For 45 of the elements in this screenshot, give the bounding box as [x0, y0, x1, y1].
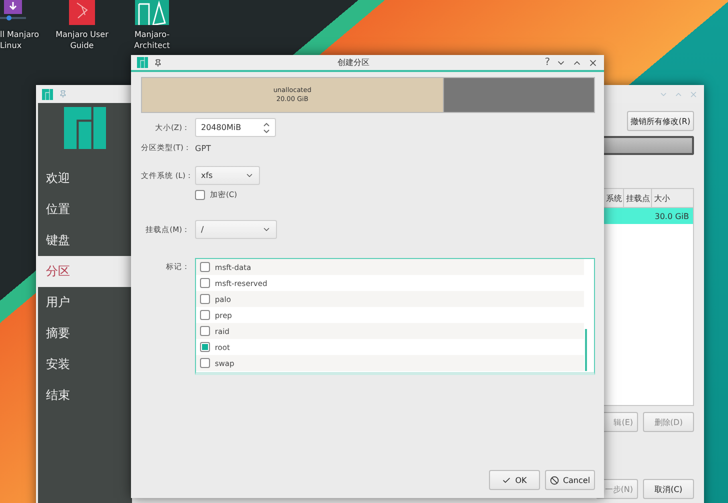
- ok-button[interactable]: OK: [489, 470, 540, 490]
- sidebar-item[interactable]: 摘要: [38, 318, 132, 349]
- sidebar-item[interactable]: 结束: [38, 380, 132, 411]
- pin-icon[interactable]: [154, 58, 162, 66]
- mount-point-dropdown[interactable]: /: [195, 220, 277, 239]
- chevron-down-icon: [262, 225, 271, 234]
- table-cell-text: 30.0 GiB: [654, 210, 690, 222]
- logo-icon: [42, 88, 53, 100]
- close-icon[interactable]: [588, 58, 598, 68]
- flag-checkbox[interactable]: [200, 342, 210, 352]
- column-header[interactable]: 挂载点: [623, 189, 651, 207]
- flag-checkbox[interactable]: [200, 310, 210, 320]
- column-header[interactable]: 大小: [651, 189, 693, 207]
- desktop-icon-label[interactable]: Manjaro User Guide: [56, 29, 108, 51]
- revert-button[interactable]: 撤销所有修改(R): [627, 111, 694, 131]
- window-title: 创建分区: [336, 57, 370, 68]
- flag-checkbox[interactable]: [200, 326, 210, 336]
- sidebar-item[interactable]: 分区: [38, 256, 132, 287]
- logo-icon: [137, 57, 148, 68]
- cancel-button[interactable]: Cancel: [545, 470, 595, 490]
- book-icon[interactable]: [69, 0, 95, 25]
- sidebar-item[interactable]: 键盘: [38, 225, 132, 256]
- cancel-icon: [550, 476, 559, 484]
- check-icon: [502, 476, 512, 484]
- sidebar-item[interactable]: 欢迎: [38, 163, 132, 194]
- flag-checkbox[interactable]: [200, 278, 210, 288]
- sidebar-item[interactable]: 位置: [38, 194, 132, 225]
- sidebar-item[interactable]: 安装: [38, 349, 132, 380]
- flag-checkbox[interactable]: [200, 358, 210, 368]
- desktop-icon-label[interactable]: ll Manjaro Linux: [0, 29, 39, 51]
- encrypt-checkbox[interactable]: [195, 190, 205, 200]
- scrollbar[interactable]: [585, 329, 587, 371]
- size-field[interactable]: 20480MiB: [195, 118, 276, 137]
- logo-icon: [64, 107, 106, 149]
- spin-arrows-icon[interactable]: [263, 122, 270, 134]
- chevron-down-icon: [245, 171, 254, 180]
- flag-checkbox[interactable]: [200, 294, 210, 304]
- desktop-icon-label[interactable]: Manjaro- Architect: [134, 29, 170, 51]
- architect-icon[interactable]: [135, 0, 169, 25]
- flag-checkbox[interactable]: [200, 262, 210, 272]
- cancel-button[interactable]: 取消(C): [643, 479, 694, 499]
- filesystem-dropdown[interactable]: xfs: [195, 166, 260, 185]
- sidebar-item[interactable]: 用户: [38, 287, 132, 318]
- partition-type-value: GPT: [195, 144, 211, 152]
- help-button[interactable]: ?: [544, 57, 550, 68]
